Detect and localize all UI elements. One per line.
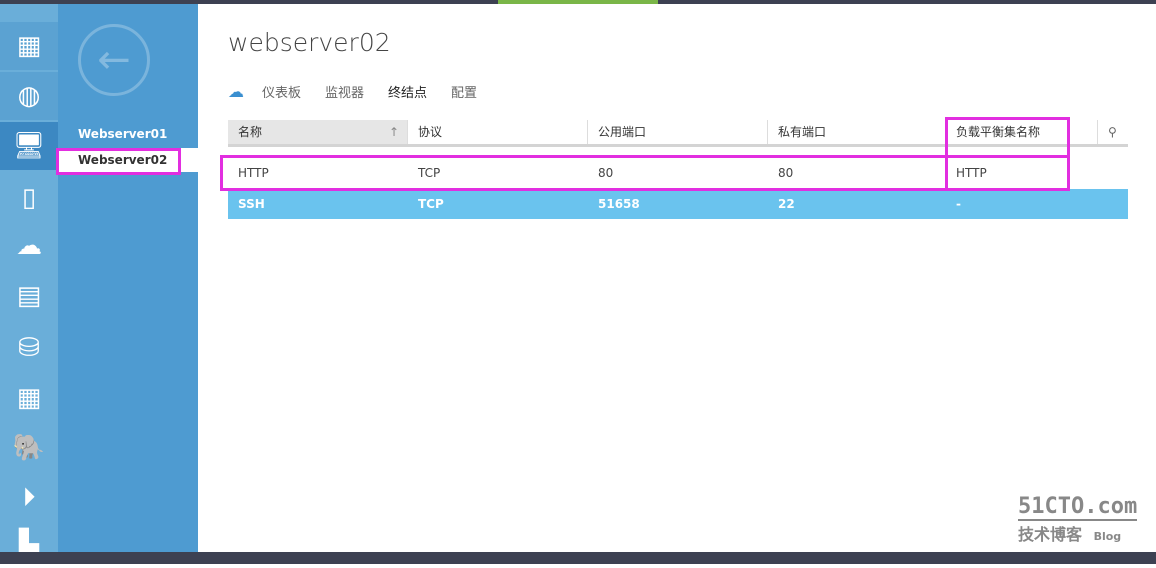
virtual-machines-icon[interactable]: 🖥 [0,122,58,170]
tab-configure[interactable]: 配置 [451,82,477,101]
nav-item-webserver01[interactable]: Webserver01 [58,122,198,146]
storage-icon[interactable]: ▦ [0,374,58,422]
cell-lb-set: HTTP [956,166,987,180]
back-arrow-icon[interactable]: ← [78,24,150,96]
table-header: 名称 ↑ 协议 公用端口 私有端口 负载平衡集名称 ⚲ [228,120,1128,147]
column-header-public-port[interactable]: 公用端口 [588,120,768,144]
nav-item-webserver02[interactable]: Webserver02 [58,148,198,172]
table-row[interactable]: HTTP TCP 80 80 HTTP [228,158,1128,188]
sort-ascending-icon: ↑ [388,125,399,139]
cell-public-port: 51658 [598,197,640,211]
column-header-lb-set[interactable]: 负载平衡集名称 [946,120,1098,144]
column-header-protocol[interactable]: 协议 [408,120,588,144]
vm-nav-pane: ← Webserver01 Webserver02 [58,4,198,552]
cell-lb-set: - [956,197,961,211]
tab-dashboard[interactable]: 仪表板 [262,82,301,101]
table-row[interactable]: SSH TCP 51658 22 - [228,189,1128,219]
quickstart-cloud-icon[interactable]: ☁ [228,82,244,101]
header-label: 名称 [238,125,263,139]
batch-icon[interactable]: ▤ [0,272,58,320]
sql-databases-icon[interactable]: ⛁ [0,324,58,372]
progress-indicator [498,0,658,4]
web-sites-icon[interactable]: ◍ [0,72,58,120]
cell-name: SSH [238,197,265,211]
tab-monitor[interactable]: 监视器 [325,82,364,101]
media-services-icon[interactable]: ⏵ [0,474,58,522]
cell-public-port: 80 [598,166,614,180]
search-icon[interactable]: ⚲ [1098,120,1128,144]
cell-protocol: TCP [418,166,441,180]
watermark-logo: 51CTO.com 技术博客 Blog [1018,494,1138,545]
service-rail: ▦ ◍ 🖥 ▯ ☁ ▤ ⛁ ▦ 🐘 ⏵ ▙ [0,4,58,559]
watermark-line1: 51CTO.com [1018,494,1138,521]
column-header-name[interactable]: 名称 ↑ [228,120,408,144]
endpoints-table: 名称 ↑ 协议 公用端口 私有端口 负载平衡集名称 ⚲ HTTP TCP 80 8… [228,120,1128,219]
cloud-services-icon[interactable]: ☁ [0,222,58,270]
bottom-bar [0,552,1156,564]
mobile-services-icon[interactable]: ▯ [0,174,58,222]
page-title: webserver02 [228,28,391,57]
column-header-private-port[interactable]: 私有端口 [768,120,946,144]
all-items-icon[interactable]: ▦ [0,22,58,70]
tab-bar: ☁ 仪表板 监视器 终结点 配置 [228,82,501,101]
watermark-line2: 技术博客 [1018,525,1083,544]
tab-endpoints[interactable]: 终结点 [388,82,427,101]
cell-protocol: TCP [418,197,444,211]
cell-private-port: 22 [778,197,795,211]
hdinsight-icon[interactable]: 🐘 [0,424,58,472]
cell-private-port: 80 [778,166,794,180]
watermark-line3: Blog [1093,530,1122,543]
cell-name: HTTP [238,166,269,180]
